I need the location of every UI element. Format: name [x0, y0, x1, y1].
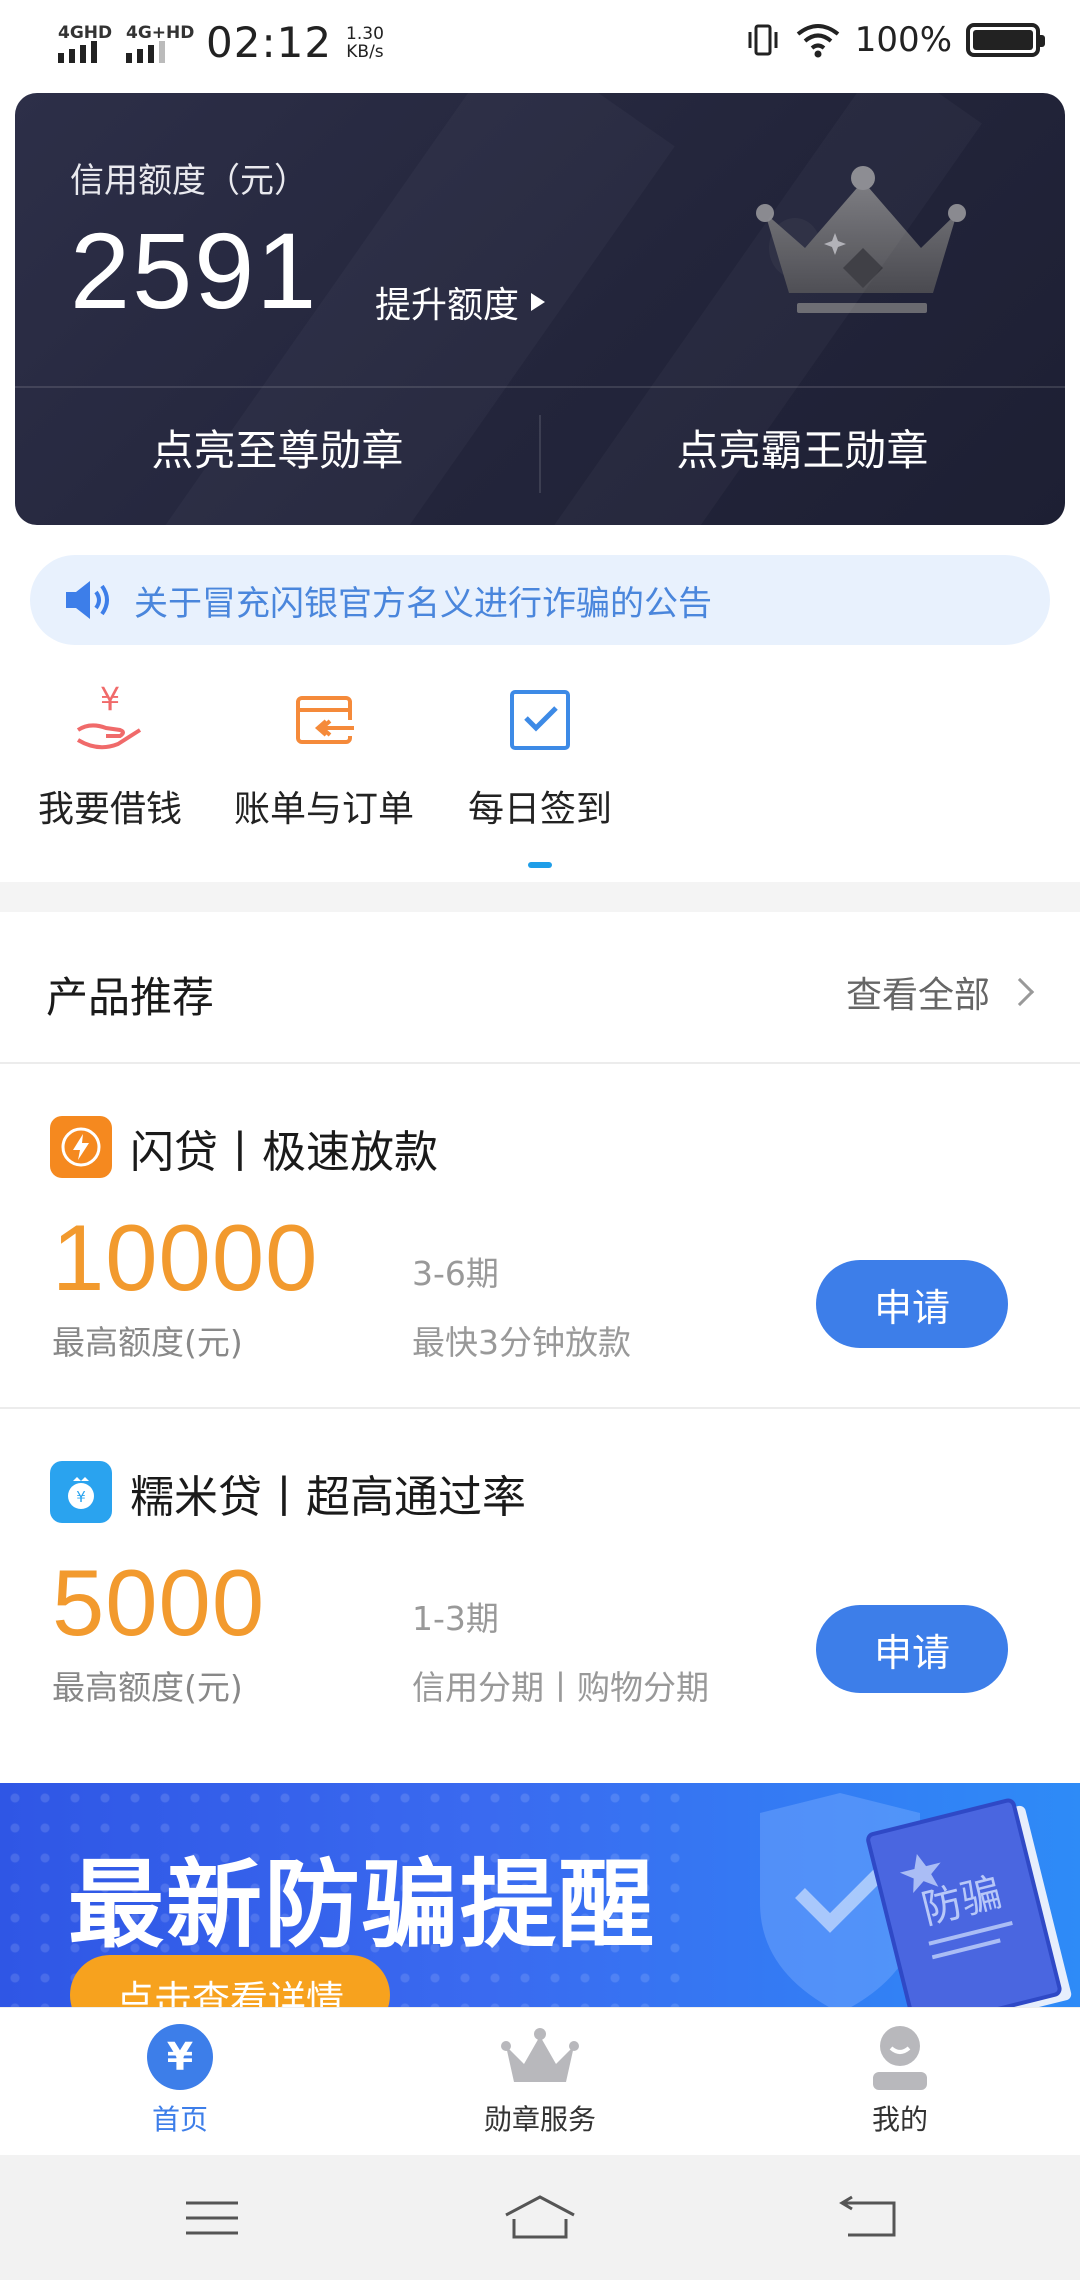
home-icon[interactable]	[500, 2193, 580, 2243]
product-card[interactable]: 闪贷丨极速放款 10000 最高额度(元) 3-6期 最快3分钟放款 申请	[0, 1064, 1080, 1409]
quick-action-bills[interactable]: 账单与订单	[214, 670, 434, 832]
network-label-1: 4GHD	[58, 22, 113, 43]
credit-limit-title: 信用额度（元）	[70, 161, 308, 201]
product-amount-label: 最高额度(元)	[52, 1323, 243, 1362]
speed-unit: KB/s	[346, 41, 384, 62]
nav-label: 勋章服务	[483, 2103, 596, 2136]
quick-action-label: 账单与订单	[233, 789, 414, 830]
product-description: 信用分期丨购物分期	[412, 1668, 709, 1707]
svg-text:¥: ¥	[76, 1488, 86, 1506]
quick-action-checkin[interactable]: 每日签到	[430, 670, 650, 832]
battery-percent: 100%	[854, 20, 952, 60]
chevron-right-icon	[1005, 977, 1035, 1007]
product-name: 闪贷丨极速放款	[130, 1127, 438, 1178]
clock: 02:12	[206, 18, 333, 67]
product-name: 糯米贷丨超高通过率	[130, 1472, 526, 1523]
announcement-text: 关于冒充闪银官方名义进行诈骗的公告	[134, 583, 712, 624]
system-navigation	[0, 2155, 1080, 2280]
view-all-link[interactable]: 查看全部	[845, 966, 1035, 1018]
back-icon[interactable]	[830, 2193, 910, 2243]
credit-card: 信用额度（元） 2591 提升额度 点亮至尊勋章 点亮霸王勋章	[15, 93, 1065, 525]
quick-actions: ¥ 我要借钱 账单与订单 每日签到	[0, 670, 1080, 870]
apply-button[interactable]: 申请	[816, 1260, 1008, 1348]
product-max-amount: 5000	[52, 1550, 266, 1655]
product-term: 1-3期	[412, 1599, 499, 1638]
page-indicator	[528, 862, 552, 868]
svg-text:¥: ¥	[100, 680, 120, 718]
lightning-logo-icon	[50, 1116, 112, 1178]
quick-action-label: 我要借钱	[37, 789, 182, 830]
product-description: 最快3分钟放款	[412, 1323, 631, 1362]
profile-icon	[873, 2026, 927, 2090]
daily-checkin-icon	[510, 690, 570, 750]
raise-limit-link[interactable]: 提升额度	[375, 276, 546, 328]
status-bar: 4GHD 4G+HD 02:12 1.30 KB/s 100%	[0, 0, 1080, 86]
quick-action-label: 每日签到	[467, 789, 612, 830]
nav-label: 首页	[151, 2103, 208, 2136]
speed-value: 1.30	[346, 23, 384, 44]
product-term: 3-6期	[412, 1254, 499, 1293]
shield-book-icon: 防骗	[760, 1793, 1072, 2007]
banner-title: 最新防骗提醒	[68, 1849, 656, 1961]
apply-button[interactable]: 申请	[816, 1605, 1008, 1693]
crown-icon	[501, 2028, 579, 2082]
nav-label: 我的	[871, 2103, 928, 2136]
status-right: 100%	[743, 20, 1045, 60]
card-divider	[15, 386, 1065, 388]
raise-limit-label: 提升额度	[375, 285, 520, 326]
crown-icon	[756, 166, 966, 313]
product-section-header: 产品推荐 查看全部	[0, 912, 1080, 1064]
signal-bars-icon	[58, 40, 102, 63]
network-speed: 1.30 KB/s	[346, 25, 384, 61]
wifi-icon	[796, 24, 840, 58]
nav-home[interactable]: ¥ 首页	[80, 2022, 280, 2138]
section-title: 产品推荐	[46, 973, 215, 1022]
product-card[interactable]: ¥ 糯米贷丨超高通过率 5000 最高额度(元) 1-3期 信用分期丨购物分期 …	[0, 1409, 1080, 1754]
announcement-bar[interactable]: 关于冒充闪银官方名义进行诈骗的公告	[30, 555, 1050, 645]
supreme-badge-button[interactable]: 点亮至尊勋章	[15, 411, 540, 491]
status-left: 4GHD 4G+HD 02:12 1.30 KB/s	[58, 18, 384, 67]
signal-1: 4GHD	[58, 23, 118, 63]
rice-bag-logo-icon: ¥	[50, 1461, 112, 1523]
overlord-badge-button[interactable]: 点亮霸王勋章	[540, 411, 1065, 491]
section-gap	[0, 882, 1080, 912]
nav-badges[interactable]: 勋章服务	[440, 2022, 640, 2138]
product-amount-label: 最高额度(元)	[52, 1668, 243, 1707]
speaker-icon	[66, 581, 109, 619]
nav-profile[interactable]: 我的	[800, 2022, 1000, 2138]
product-max-amount: 10000	[52, 1205, 319, 1310]
bottom-navigation: ¥ 首页 勋章服务 我的	[0, 2007, 1080, 2155]
vibrate-icon	[748, 24, 778, 56]
banner-details-button[interactable]: 点击查看详情	[70, 1955, 390, 2007]
bill-order-icon	[296, 696, 356, 744]
anti-fraud-banner[interactable]: 最新防骗提醒 点击查看详情 防骗	[0, 1783, 1080, 2007]
signal-2: 4G+HD	[126, 23, 194, 63]
quick-action-borrow[interactable]: ¥ 我要借钱	[0, 670, 220, 832]
signal-bars-icon	[126, 40, 170, 63]
credit-limit-amount: 2591	[70, 210, 319, 331]
battery-icon	[966, 23, 1045, 57]
play-arrow-icon	[531, 293, 546, 311]
borrow-money-icon: ¥	[76, 680, 142, 750]
menu-icon[interactable]	[172, 2193, 252, 2243]
view-all-label: 查看全部	[845, 975, 990, 1016]
network-label-2: 4G+HD	[126, 22, 195, 43]
home-yen-icon: ¥	[147, 2024, 213, 2090]
svg-text:¥: ¥	[167, 2035, 193, 2079]
